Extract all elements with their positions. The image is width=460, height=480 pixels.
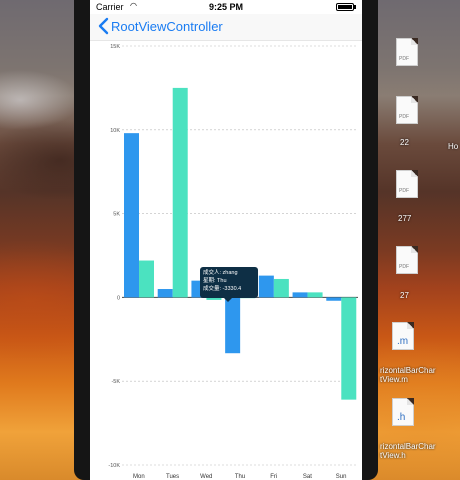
chart-svg: -10K -5K 0 5K 10K 15K Mon Tues Wed Thu Fri Sat Sun <box>108 44 358 480</box>
file-extension-label: .h <box>397 412 406 423</box>
desktop-side-label: Ho <box>448 142 459 151</box>
tooltip-line-1: 成交人: zhang <box>203 270 238 276</box>
bar[interactable] <box>292 292 308 298</box>
bar[interactable] <box>157 289 173 298</box>
desktop-file-label: tView.h <box>380 451 406 460</box>
y-tick-label: -5K <box>111 379 120 385</box>
desktop-file-label: rizontalBarChar <box>380 366 436 375</box>
desktop-file-label: tView.m <box>380 375 408 384</box>
tooltip-line-2: 星期: Thu <box>203 278 227 284</box>
file-extension-label: PDF <box>399 188 409 194</box>
file-extension-label: PDF <box>399 264 409 270</box>
x-tick-label: Sun <box>336 474 347 480</box>
desktop-file-icon[interactable]: .h <box>392 398 414 426</box>
bar[interactable] <box>273 278 289 298</box>
x-tick-label: Tues <box>166 474 179 480</box>
bar[interactable] <box>326 297 342 301</box>
bar[interactable] <box>258 275 274 298</box>
clock: 9:25 PM <box>208 2 243 12</box>
desktop-file-label: 22 <box>400 138 409 147</box>
y-tick-label: 10K <box>110 128 120 134</box>
desktop-file-icon[interactable]: PDF <box>396 38 418 66</box>
x-tick-label: Thu <box>235 474 245 480</box>
battery-tip <box>354 5 356 9</box>
y-tick-label: 0 <box>117 295 120 301</box>
desktop-file-icon[interactable]: PDF <box>396 96 418 124</box>
status-bar: Carrier ◠ 9:25 PM <box>90 0 362 14</box>
file-extension-label: PDF <box>399 56 409 62</box>
x-tick-label: Wed <box>200 474 212 480</box>
bar[interactable] <box>124 133 139 298</box>
back-button[interactable]: RootViewController <box>111 19 223 34</box>
x-tick-label: Sat <box>303 474 312 480</box>
chart-tooltip: 成交人: zhang 星期: Thu 成交量: -3330.4 <box>200 267 258 298</box>
back-chevron-icon[interactable] <box>97 16 111 36</box>
tooltip-arrow <box>224 298 232 302</box>
desktop-file-label: 27 <box>400 291 409 300</box>
bar[interactable] <box>341 297 357 400</box>
y-tick-label: -10K <box>108 463 120 469</box>
battery-icon <box>336 3 354 11</box>
y-tick-label: 5K <box>113 212 120 218</box>
device-screen: Carrier ◠ 9:25 PM RootViewController -10… <box>90 0 362 480</box>
desktop-file-label: 277 <box>398 214 412 223</box>
bar[interactable] <box>225 297 241 354</box>
navigation-bar: RootViewController <box>90 14 362 41</box>
desktop-file-icon[interactable]: PDF <box>396 246 418 274</box>
file-extension-label: PDF <box>399 114 409 120</box>
bar-chart[interactable]: -10K -5K 0 5K 10K 15K Mon Tues Wed Thu Fri Sat Sun <box>90 41 362 480</box>
desktop-file-label: rizontalBarChar <box>380 442 436 451</box>
x-tick-label: Fri <box>270 474 277 480</box>
desktop-file-icon[interactable]: PDF <box>396 170 418 198</box>
bar[interactable] <box>139 260 154 298</box>
desktop-file-icon[interactable]: .m <box>392 322 414 350</box>
bar[interactable] <box>307 292 323 298</box>
tooltip-line-3: 成交量: -3330.4 <box>203 286 242 292</box>
bar[interactable] <box>172 87 188 298</box>
y-tick-label: 15K <box>110 44 120 50</box>
file-extension-label: .m <box>397 336 409 347</box>
x-tick-label: Mon <box>133 474 145 480</box>
